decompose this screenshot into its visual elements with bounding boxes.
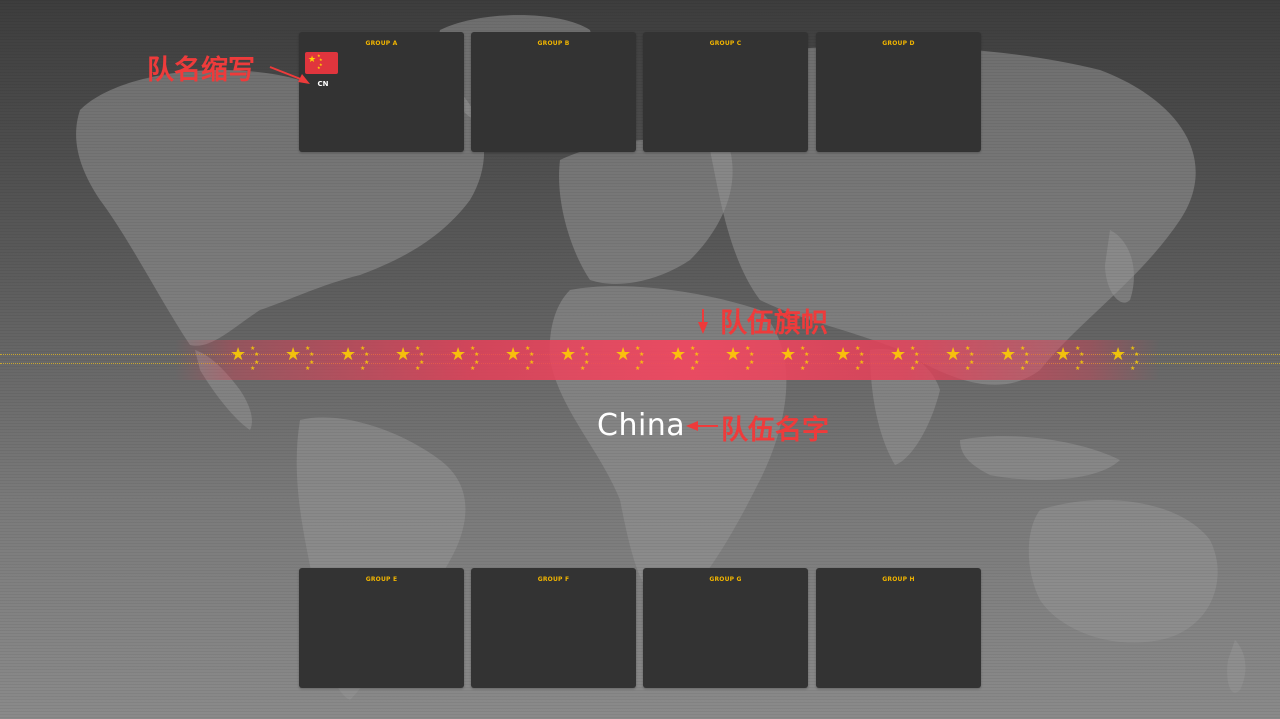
- banner-star-large: ★: [890, 344, 907, 364]
- banner-star-small: ★: [855, 366, 861, 372]
- group-card-f[interactable]: GROUP F: [471, 568, 636, 688]
- banner-star-large: ★: [395, 344, 412, 364]
- europe-shape: [559, 139, 733, 284]
- banner-star-small: ★: [800, 366, 806, 372]
- banner-star-large: ★: [780, 344, 797, 364]
- banner-star-small: ★: [529, 352, 535, 358]
- banner-star-small: ★: [804, 352, 810, 358]
- banner-star-large: ★: [725, 344, 742, 364]
- banner-star-small: ★: [364, 352, 370, 358]
- banner-star-small: ★: [635, 366, 641, 372]
- banner-star-small: ★: [1075, 366, 1081, 372]
- banner-star-small: ★: [969, 352, 975, 358]
- banner-star-large: ★: [945, 344, 962, 364]
- banner-star-small: ★: [525, 366, 531, 372]
- group-title: GROUP A: [365, 40, 398, 47]
- banner-star-small: ★: [250, 366, 256, 372]
- group-title: GROUP F: [537, 576, 570, 583]
- group-title: GROUP C: [709, 40, 742, 47]
- banner-star-large: ★: [505, 344, 522, 364]
- banner-star-small: ★: [419, 352, 425, 358]
- team-flag-banner: ★ ★ ★ ★ ★ ★ ★ ★ ★ ★ ★ ★ ★ ★ ★ ★ ★ ★ ★ ★ ★ ★ ★ ★ ★ ★ ★ ★ ★ ★ ★ ★ ★ ★ ★ ★ ★ ★ ★ ★…: [175, 340, 1160, 380]
- group-title: GROUP E: [365, 576, 398, 583]
- banner-star-small: ★: [1134, 352, 1140, 358]
- group-title: GROUP B: [537, 40, 570, 47]
- australia-shape: [1028, 500, 1218, 643]
- banner-star-small: ★: [694, 352, 700, 358]
- banner-star-large: ★: [450, 344, 467, 364]
- group-title: GROUP D: [882, 40, 915, 47]
- banner-star-large: ★: [285, 344, 302, 364]
- indonesia-shape: [960, 436, 1120, 480]
- group-title: GROUP H: [882, 576, 915, 583]
- banner-star-small: ★: [690, 366, 696, 372]
- banner-star-large: ★: [230, 344, 247, 364]
- banner-star-large: ★: [560, 344, 577, 364]
- banner-star-small: ★: [749, 352, 755, 358]
- banner-star-small: ★: [639, 352, 645, 358]
- banner-star-small: ★: [914, 352, 920, 358]
- banner-star-small: ★: [580, 366, 586, 372]
- banner-star-small: ★: [745, 366, 751, 372]
- team-name: China: [597, 408, 686, 443]
- group-card-c[interactable]: GROUP C: [643, 32, 808, 152]
- banner-star-small: ★: [965, 366, 971, 372]
- group-card-h[interactable]: GROUP H: [816, 568, 981, 688]
- banner-star-large: ★: [1055, 344, 1072, 364]
- annotation-flag-label: 队伍旗帜: [720, 308, 828, 339]
- banner-star-small: ★: [415, 366, 421, 372]
- new-zealand-shape: [1227, 640, 1246, 693]
- banner-star-small: ★: [474, 352, 480, 358]
- banner-star-large: ★: [615, 344, 632, 364]
- team-abbr: CN: [317, 80, 329, 88]
- group-card-d[interactable]: GROUP D: [816, 32, 981, 152]
- banner-star-small: ★: [1020, 366, 1026, 372]
- banner-star-small: ★: [1130, 366, 1136, 372]
- banner-star-small: ★: [859, 352, 865, 358]
- banner-star-large: ★: [835, 344, 852, 364]
- team-slot-cn[interactable]: ★ ★ ★ ★ ★ CN: [305, 52, 341, 88]
- banner-star-small: ★: [1079, 352, 1085, 358]
- banner-star-small: ★: [584, 352, 590, 358]
- banner-star-large: ★: [1110, 344, 1127, 364]
- banner-star-large: ★: [1000, 344, 1017, 364]
- banner-star-small: ★: [910, 366, 916, 372]
- banner-star-small: ★: [470, 366, 476, 372]
- banner-star-small: ★: [305, 366, 311, 372]
- group-card-b[interactable]: GROUP B: [471, 32, 636, 152]
- banner-star-large: ★: [670, 344, 687, 364]
- banner-star-small: ★: [254, 352, 260, 358]
- group-title: GROUP G: [709, 576, 742, 583]
- china-flag-icon: ★ ★ ★ ★ ★: [305, 52, 338, 74]
- annotation-abbr-label: 队名缩写: [147, 55, 255, 86]
- banner-star-large: ★: [340, 344, 357, 364]
- group-card-e[interactable]: GROUP E: [299, 568, 464, 688]
- banner-star-small: ★: [309, 352, 315, 358]
- group-card-a[interactable]: GROUP A ★ ★ ★ ★ ★ CN: [299, 32, 464, 152]
- group-card-g[interactable]: GROUP G: [643, 568, 808, 688]
- banner-star-small: ★: [360, 366, 366, 372]
- annotation-name-label: 队伍名字: [721, 415, 829, 446]
- banner-star-small: ★: [1024, 352, 1030, 358]
